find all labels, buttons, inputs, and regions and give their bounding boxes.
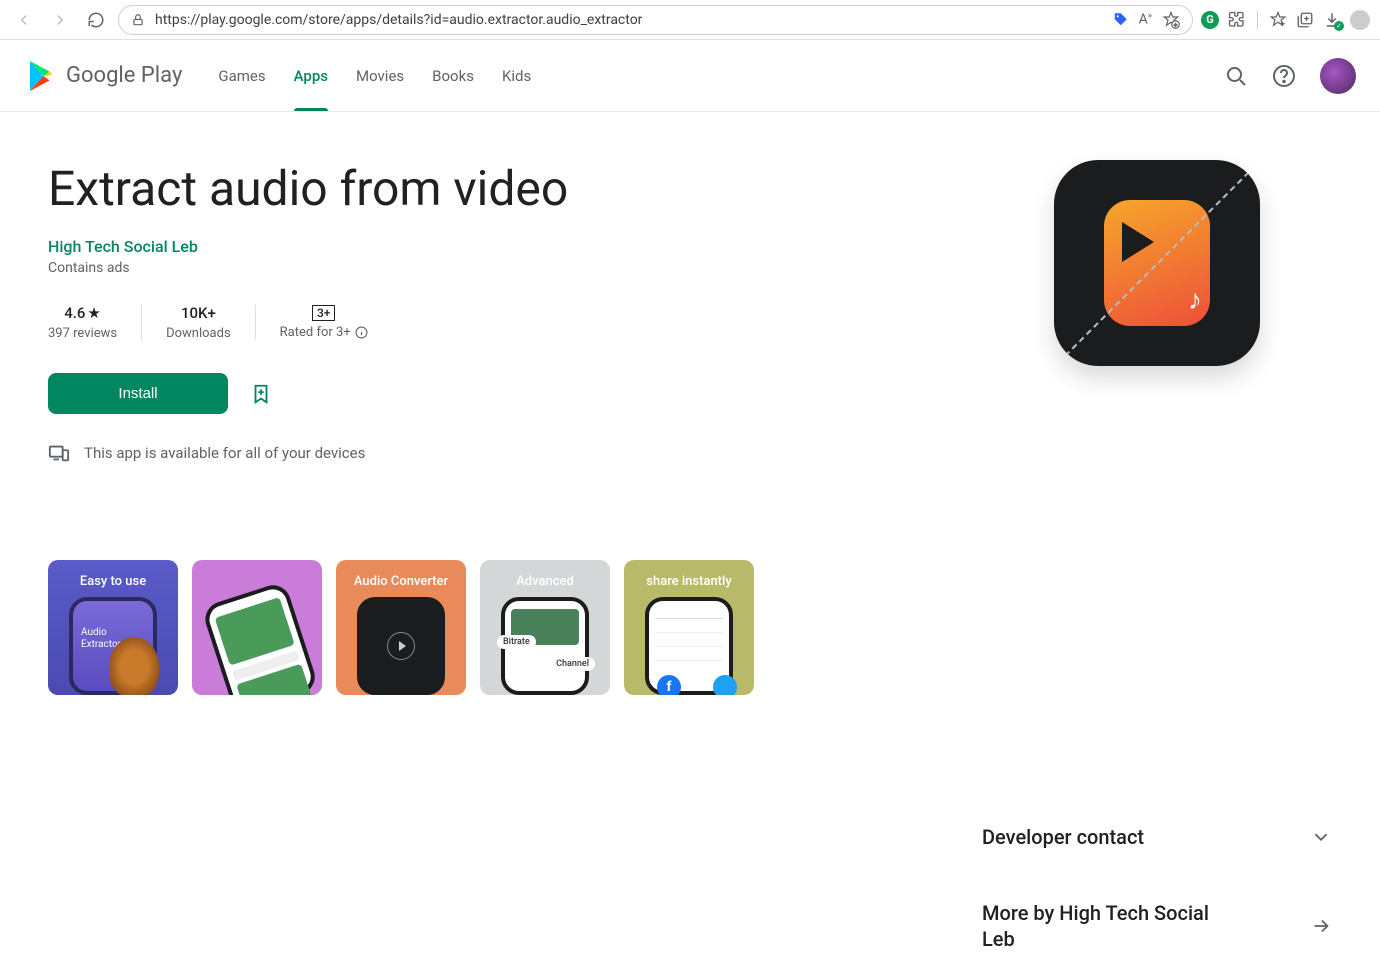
bitrate-chip: Bitrate — [497, 635, 536, 649]
rating-label: Rated for 3+ — [280, 325, 351, 340]
read-aloud-icon[interactable]: A» — [1139, 11, 1152, 28]
developer-contact-title: Developer contact — [982, 824, 1144, 850]
browser-toolbar: https://play.google.com/store/apps/detai… — [0, 0, 1380, 40]
install-button[interactable]: Install — [48, 373, 228, 414]
shopping-tag-icon[interactable] — [1111, 11, 1129, 29]
downloads-stat: 10K+ Downloads — [141, 304, 255, 341]
favorites-icon[interactable] — [1269, 11, 1287, 29]
svg-text:✦: ✦ — [1173, 22, 1177, 28]
play-icon — [387, 632, 415, 660]
screenshot-3[interactable]: Audio Converter — [336, 560, 466, 695]
address-bar[interactable]: https://play.google.com/store/apps/detai… — [118, 5, 1193, 35]
downloads-label: Downloads — [166, 326, 231, 341]
nav-kids[interactable]: Kids — [502, 40, 531, 111]
app-title: Extract audio from video — [48, 160, 942, 217]
nav-apps[interactable]: Apps — [294, 40, 328, 111]
more-by-title: More by High Tech Social Leb — [982, 900, 1242, 952]
screenshots-row: Easy to use Audio Extractor A — [48, 560, 942, 695]
developer-contact-section[interactable]: Developer contact — [982, 810, 1332, 864]
profile-avatar[interactable] — [1320, 58, 1356, 94]
rating-value: 4.6 — [64, 304, 85, 322]
play-logo-icon — [24, 58, 60, 94]
info-icon — [355, 326, 368, 339]
rating-badge: 3+ — [312, 305, 335, 321]
screenshot-1[interactable]: Easy to use Audio Extractor — [48, 560, 178, 695]
downloads-value: 10K+ — [166, 304, 231, 322]
developer-link[interactable]: High Tech Social Leb — [48, 237, 942, 256]
back-button[interactable] — [10, 6, 38, 34]
facebook-icon: f — [657, 675, 681, 695]
forward-button[interactable] — [46, 6, 74, 34]
play-logo[interactable]: Google Play — [24, 58, 182, 94]
more-by-developer-section[interactable]: More by High Tech Social Leb — [982, 886, 1332, 966]
availability-text: This app is available for all of your de… — [84, 444, 365, 462]
profile-avatar-small[interactable] — [1350, 10, 1370, 30]
help-icon[interactable] — [1272, 64, 1296, 88]
nav-movies[interactable]: Movies — [356, 40, 404, 111]
refresh-button[interactable] — [82, 6, 110, 34]
app-icon: ♪ — [1054, 160, 1260, 366]
rating-stat[interactable]: 4.6★ 397 reviews — [48, 304, 141, 341]
screenshot-2[interactable] — [192, 560, 322, 695]
screenshot-1-label: Easy to use — [80, 574, 146, 589]
screenshot-3-label: Audio Converter — [354, 574, 448, 589]
play-logo-text: Google Play — [66, 63, 182, 88]
screenshot-4[interactable]: Advanced Bitrate Channel — [480, 560, 610, 695]
favorite-icon[interactable]: ✦ — [1162, 11, 1180, 29]
url-text: https://play.google.com/store/apps/detai… — [155, 12, 1101, 28]
play-header: Google Play Games Apps Movies Books Kids — [0, 40, 1380, 112]
lock-icon — [131, 13, 145, 27]
content-rating-stat[interactable]: 3+ Rated for 3+ — [255, 305, 392, 340]
devices-icon — [48, 442, 70, 464]
wishlist-button[interactable] — [250, 383, 272, 405]
music-note-icon: ♪ — [1188, 283, 1202, 316]
star-icon: ★ — [87, 304, 100, 322]
screenshot-5[interactable]: share instantly f — [624, 560, 754, 695]
arrow-right-icon — [1310, 915, 1332, 937]
primary-nav: Games Apps Movies Books Kids — [218, 40, 531, 111]
contains-ads-label: Contains ads — [48, 260, 942, 276]
nav-books[interactable]: Books — [432, 40, 474, 111]
screenshot-5-label: share instantly — [646, 574, 731, 589]
nav-games[interactable]: Games — [218, 40, 265, 111]
app-stats: 4.6★ 397 reviews 10K+ Downloads 3+ Rated… — [48, 304, 942, 341]
play-triangle-icon — [1122, 222, 1154, 262]
reviews-count: 397 reviews — [48, 326, 117, 341]
availability-row: This app is available for all of your de… — [48, 442, 942, 464]
search-icon[interactable] — [1224, 64, 1248, 88]
screenshot-4-label: Advanced — [516, 574, 574, 589]
grammarly-icon[interactable]: G — [1201, 11, 1219, 29]
channel-chip: Channel — [550, 657, 595, 671]
chevron-down-icon — [1310, 826, 1332, 848]
collections-icon[interactable] — [1296, 11, 1314, 29]
downloads-icon[interactable]: ✓ — [1323, 11, 1341, 29]
extension-icon[interactable] — [1228, 11, 1246, 29]
